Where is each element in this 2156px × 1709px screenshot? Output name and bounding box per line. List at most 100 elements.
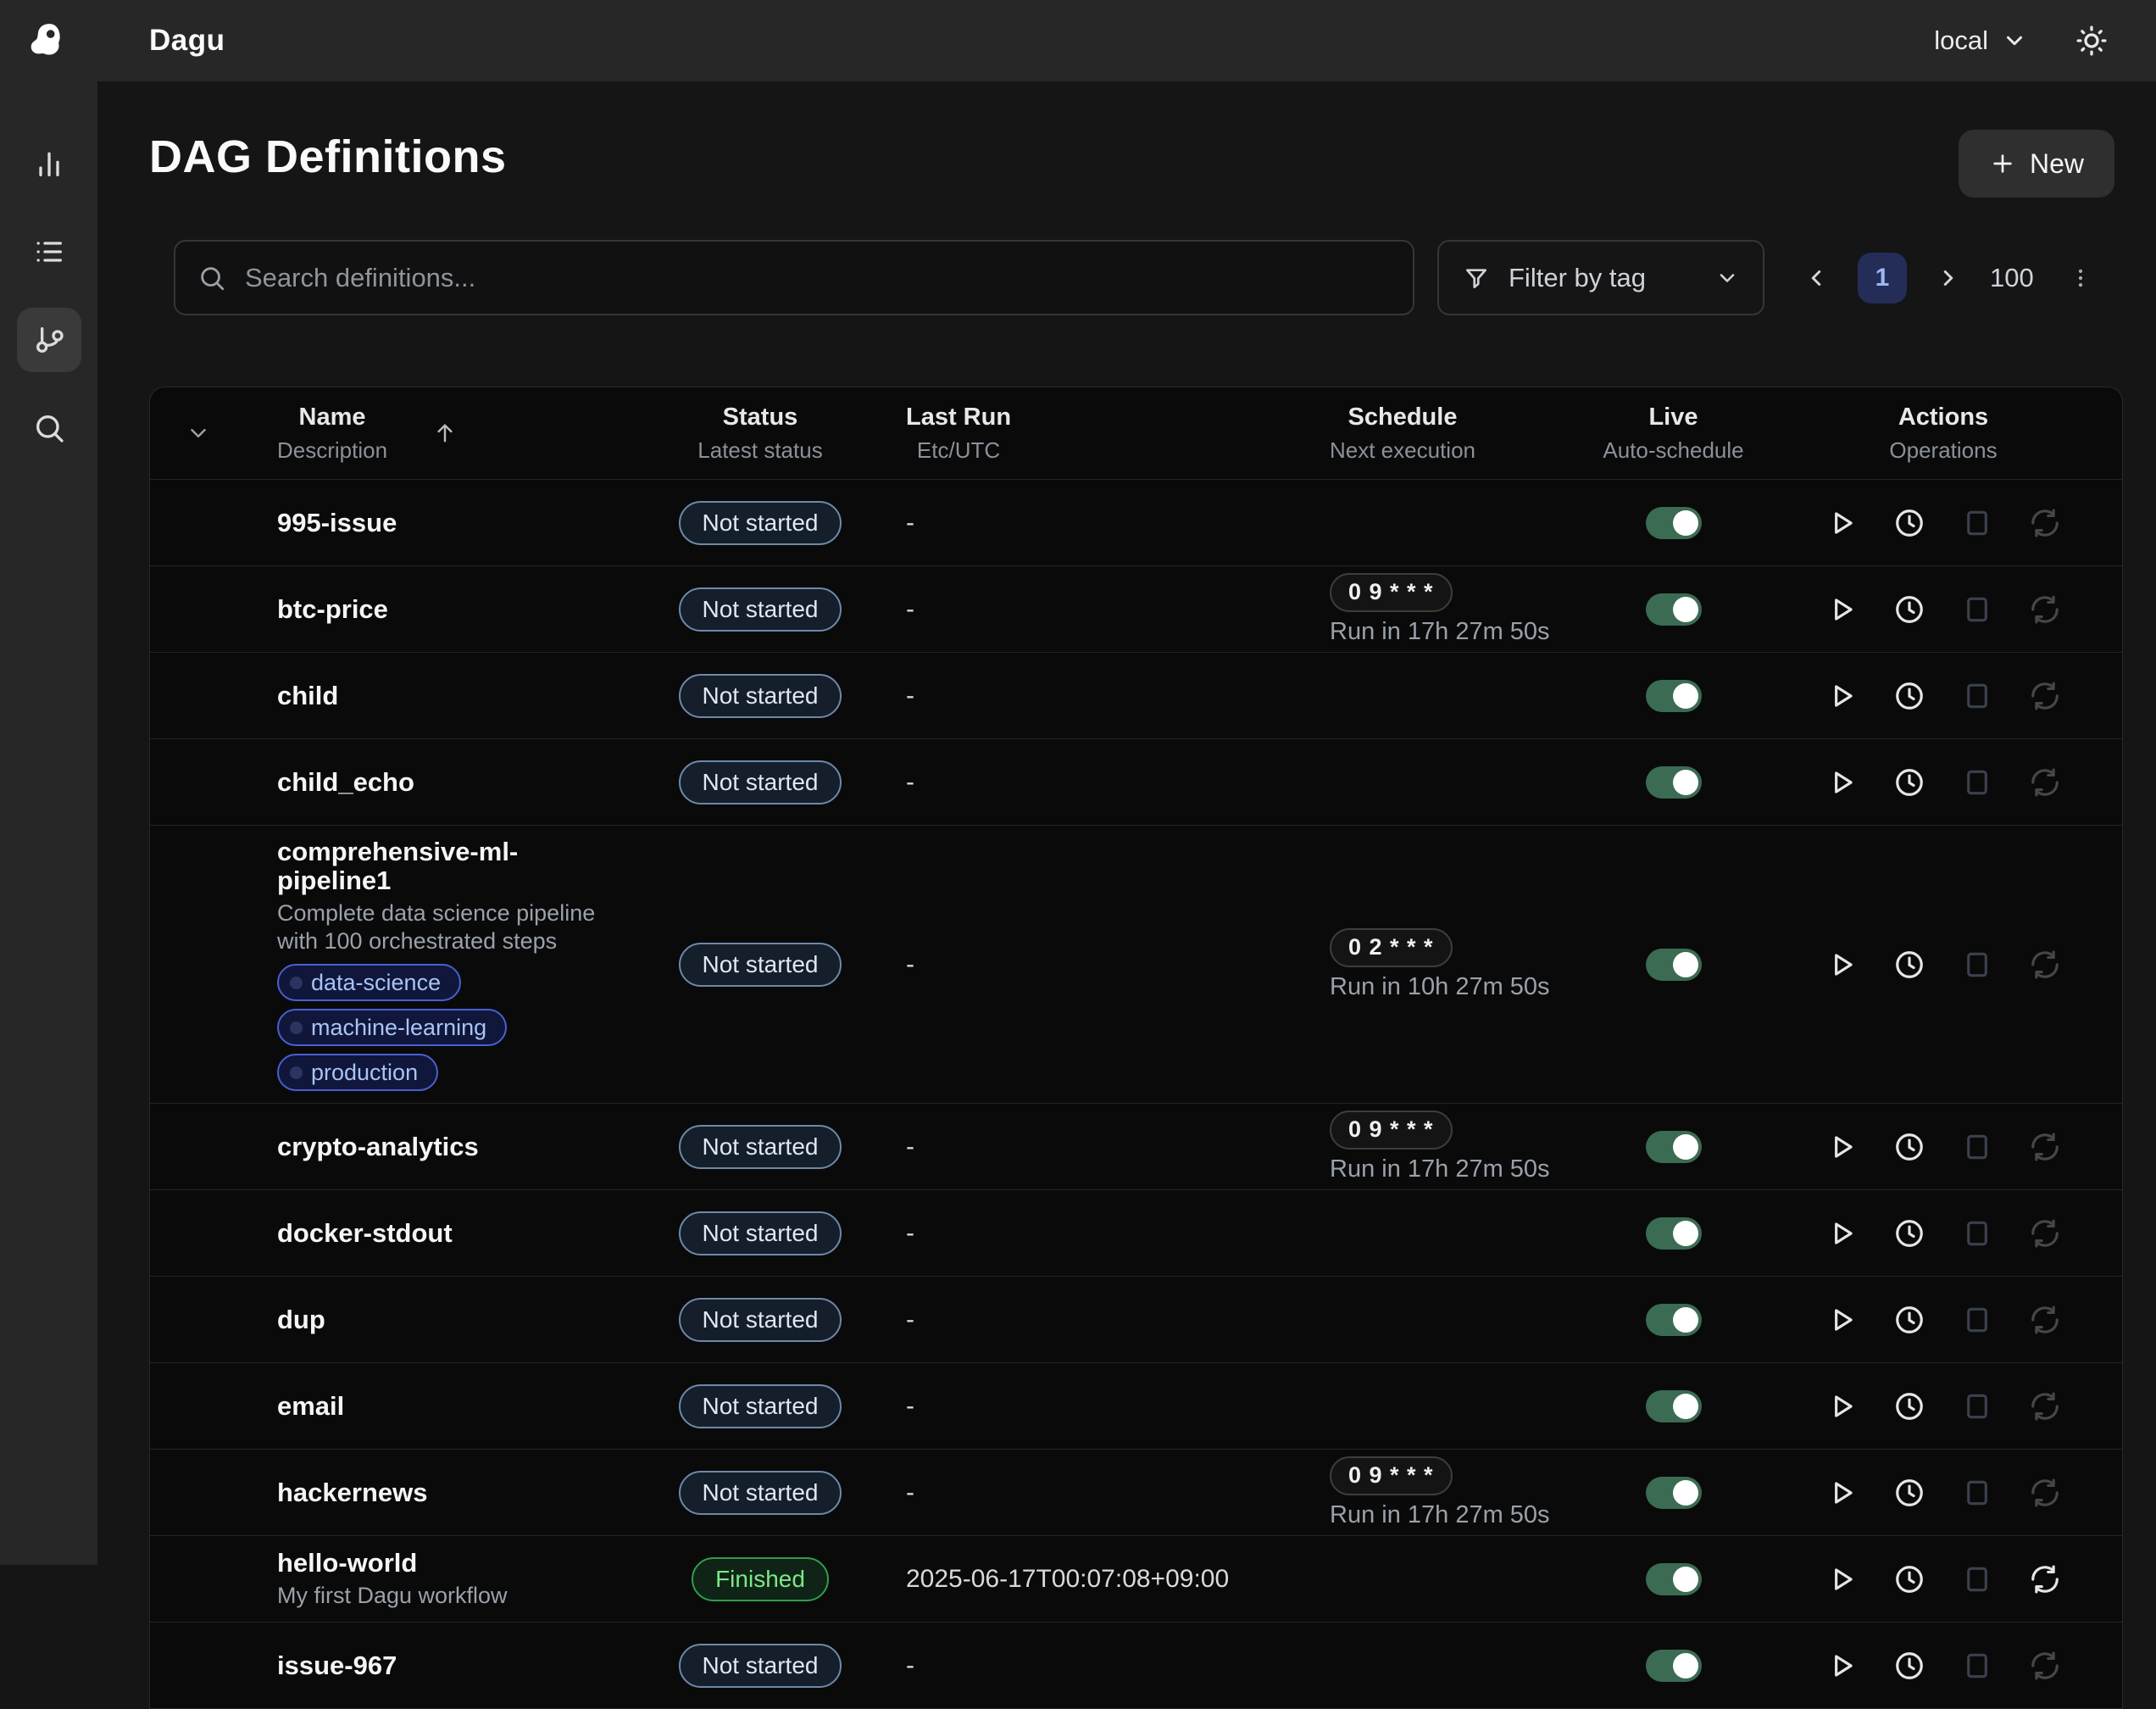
live-toggle[interactable] [1646, 680, 1702, 712]
start-run-button[interactable] [1825, 1217, 1858, 1250]
current-page-button[interactable]: 1 [1858, 253, 1907, 303]
column-header-name[interactable]: Name Description [277, 403, 387, 464]
table-row[interactable]: hackernews Not started - 0 9 * * * Run i… [150, 1449, 2122, 1535]
live-toggle[interactable] [1646, 507, 1702, 539]
bar-chart-icon [32, 147, 66, 181]
last-run-value: - [896, 1450, 1320, 1535]
play-icon [1825, 1217, 1858, 1250]
dag-name[interactable]: dup [277, 1305, 325, 1334]
live-toggle[interactable] [1646, 1131, 1702, 1163]
sidebar-item-queues[interactable] [17, 220, 81, 284]
status-badge: Not started [679, 501, 842, 545]
previous-page-button[interactable] [1803, 265, 1829, 291]
live-toggle[interactable] [1646, 1217, 1702, 1250]
schedule-run-button[interactable] [1893, 1217, 1925, 1250]
pagination-menu-button[interactable] [2068, 265, 2093, 291]
dag-name[interactable]: issue-967 [277, 1651, 397, 1680]
start-run-button[interactable] [1825, 1304, 1858, 1336]
live-toggle[interactable] [1646, 593, 1702, 626]
schedule-run-button[interactable] [1893, 1650, 1925, 1682]
schedule-run-button[interactable] [1893, 766, 1925, 799]
play-icon [1825, 1304, 1858, 1336]
clock-icon [1893, 1304, 1925, 1336]
dag-name[interactable]: comprehensive-ml-pipeline1 [277, 838, 625, 895]
dag-name[interactable]: email [277, 1392, 344, 1421]
table-row[interactable]: issue-967 Not started - [150, 1622, 2122, 1708]
table-row[interactable]: hello-world My first Dagu workflow Finis… [150, 1535, 2122, 1622]
live-toggle[interactable] [1646, 766, 1702, 799]
live-toggle[interactable] [1646, 1304, 1702, 1336]
search-input[interactable] [245, 263, 1391, 293]
environment-select[interactable]: local [1934, 25, 2027, 56]
start-run-button[interactable] [1825, 1390, 1858, 1422]
table-row[interactable]: docker-stdout Not started - [150, 1189, 2122, 1276]
start-run-button[interactable] [1825, 593, 1858, 626]
theme-toggle-button[interactable] [2075, 24, 2109, 58]
live-toggle[interactable] [1646, 1650, 1702, 1682]
schedule-run-button[interactable] [1893, 1390, 1925, 1422]
schedule-cron-badge: 0 2 * * * [1330, 928, 1453, 967]
start-run-button[interactable] [1825, 766, 1858, 799]
filter-by-tag-button[interactable]: Filter by tag [1437, 240, 1764, 315]
last-run-value: - [896, 826, 1320, 1103]
table-row[interactable]: comprehensive-ml-pipeline1 Complete data… [150, 825, 2122, 1103]
table-row[interactable]: crypto-analytics Not started - 0 9 * * *… [150, 1103, 2122, 1189]
sidebar-item-dag-definitions[interactable] [17, 308, 81, 372]
schedule-run-button[interactable] [1893, 507, 1925, 539]
status-badge: Not started [679, 674, 842, 718]
retry-run-button [2029, 1477, 2061, 1509]
play-icon [1825, 1131, 1858, 1163]
status-badge: Not started [679, 760, 842, 804]
retry-run-button [2029, 949, 2061, 981]
table-row[interactable]: 995-issue Not started - [150, 479, 2122, 565]
tag-badge[interactable]: production [277, 1054, 438, 1091]
tag-badge[interactable]: data-science [277, 964, 461, 1001]
dag-name[interactable]: child_echo [277, 768, 414, 797]
table-row[interactable]: child Not started - [150, 652, 2122, 738]
retry-run-button [2029, 1217, 2061, 1250]
dag-name[interactable]: crypto-analytics [277, 1133, 479, 1161]
tag-badge[interactable]: machine-learning [277, 1009, 507, 1046]
table-row[interactable]: dup Not started - [150, 1276, 2122, 1362]
live-toggle[interactable] [1646, 949, 1702, 981]
schedule-run-button[interactable] [1893, 1304, 1925, 1336]
table-row[interactable]: child_echo Not started - [150, 738, 2122, 825]
sidebar-item-dashboard[interactable] [17, 131, 81, 196]
chevron-down-icon [1715, 266, 1739, 290]
dag-name[interactable]: child [277, 682, 338, 710]
stop-run-button [1961, 507, 1993, 539]
live-toggle[interactable] [1646, 1477, 1702, 1509]
dag-name[interactable]: btc-price [277, 595, 388, 624]
schedule-run-button[interactable] [1893, 1563, 1925, 1595]
dag-name[interactable]: 995-issue [277, 509, 397, 537]
start-run-button[interactable] [1825, 1563, 1858, 1595]
dag-name[interactable]: hello-world [277, 1549, 417, 1578]
sidebar-item-search[interactable] [17, 396, 81, 460]
collapse-all-button[interactable] [186, 420, 211, 446]
retry-run-button[interactable] [2029, 1563, 2061, 1595]
table-row[interactable]: btc-price Not started - 0 9 * * * Run in… [150, 565, 2122, 652]
start-run-button[interactable] [1825, 1650, 1858, 1682]
start-run-button[interactable] [1825, 680, 1858, 712]
schedule-run-button[interactable] [1893, 949, 1925, 981]
pagination: 1 100 [1803, 253, 2093, 303]
start-run-button[interactable] [1825, 1477, 1858, 1509]
app-title: Dagu [149, 24, 225, 58]
schedule-run-button[interactable] [1893, 1477, 1925, 1509]
dag-name[interactable]: docker-stdout [277, 1219, 453, 1248]
dag-tags: data-science machine-learning production [277, 964, 625, 1091]
dag-name[interactable]: hackernews [277, 1478, 428, 1507]
start-run-button[interactable] [1825, 1131, 1858, 1163]
schedule-run-button[interactable] [1893, 1131, 1925, 1163]
table-row[interactable]: email Not started - [150, 1362, 2122, 1449]
next-page-button[interactable] [1936, 265, 1961, 291]
schedule-run-button[interactable] [1893, 593, 1925, 626]
new-dag-button[interactable]: New [1959, 130, 2114, 198]
dagu-logo-icon[interactable] [24, 22, 69, 61]
schedule-run-button[interactable] [1893, 680, 1925, 712]
live-toggle[interactable] [1646, 1563, 1702, 1595]
sort-ascending-icon[interactable] [431, 420, 458, 447]
start-run-button[interactable] [1825, 507, 1858, 539]
live-toggle[interactable] [1646, 1390, 1702, 1422]
start-run-button[interactable] [1825, 949, 1858, 981]
